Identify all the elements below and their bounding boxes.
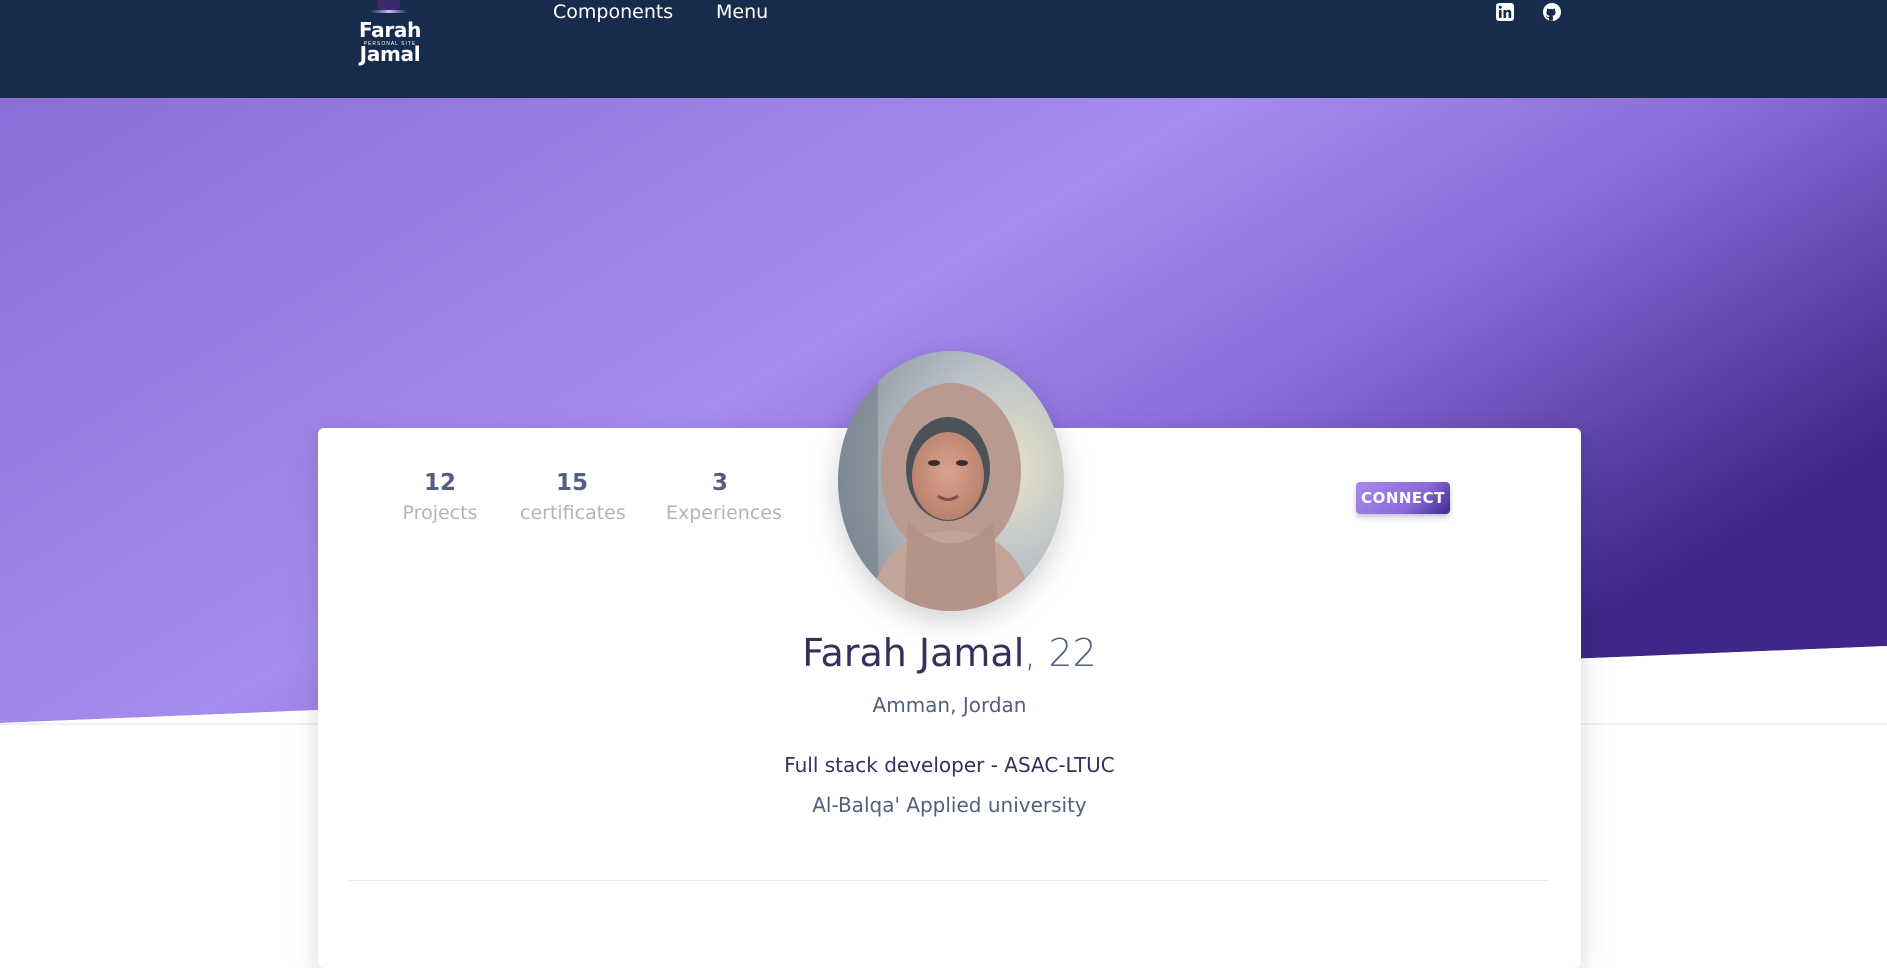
profile-name-line: Farah Jamal, 22 [318,628,1581,678]
stat-projects-label: Projects [402,502,478,524]
stat-certificates-label: certificates [520,502,626,524]
profile-avatar [838,351,1064,611]
profile-name: Farah Jamal [802,631,1025,675]
stat-experiences: 3 Experiences [666,468,782,526]
brand-tagline: PERSONAL SITE [363,41,417,47]
stat-certificates-value: 15 [555,470,588,496]
profile-education: Al-Balqa' Applied university [812,793,1087,817]
logo-mark-icon [370,0,408,13]
profile-location: Amman, Jordan [872,693,1027,717]
stat-projects: 12 Projects [400,468,480,526]
stat-certificates: 15 certificates [520,468,626,526]
nav-link-menu[interactable]: Menu [716,0,768,24]
stat-projects-value: 12 [423,470,456,496]
github-icon[interactable] [1542,2,1562,22]
linkedin-icon[interactable] [1495,2,1515,22]
profile-job: Full stack developer - ASAC-LTUC [784,753,1115,777]
profile-age: , 22 [1024,631,1097,675]
nav-link-components[interactable]: Components [553,0,673,24]
connect-button[interactable]: CONNECT [1356,482,1450,514]
top-navbar: Farah Jamal PERSONAL SITE Components Men… [0,0,1887,98]
card-divider [349,880,1549,881]
stat-experiences-value: 3 [711,470,728,496]
stat-experiences-label: Experiences [666,502,782,524]
brand-logo[interactable]: Farah Jamal PERSONAL SITE [328,0,452,66]
